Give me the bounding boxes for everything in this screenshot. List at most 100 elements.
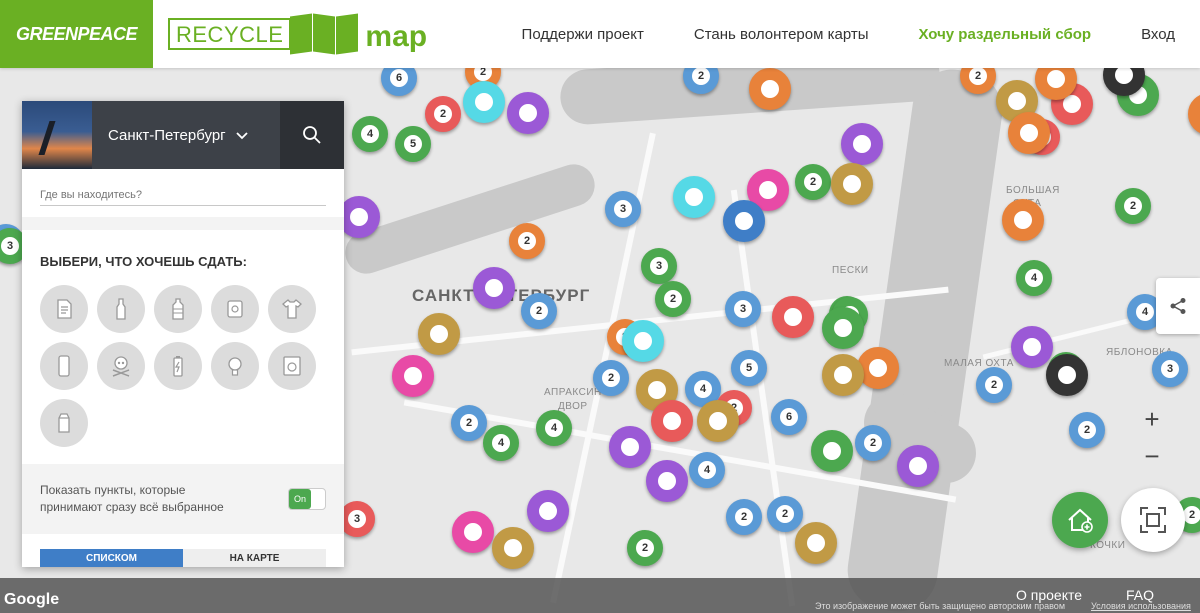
map-marker[interactable]: 6 bbox=[381, 68, 417, 96]
map-marker[interactable]: 2 bbox=[795, 164, 831, 200]
map-marker-empty[interactable] bbox=[646, 460, 688, 502]
city-dropdown[interactable]: Санкт-Петербург bbox=[92, 101, 280, 169]
map-marker-empty[interactable] bbox=[622, 320, 664, 362]
zoom-out-button[interactable]: − bbox=[1134, 438, 1170, 474]
category-lamps[interactable] bbox=[211, 342, 259, 390]
chevron-down-icon bbox=[236, 128, 248, 143]
map-marker[interactable]: 2 bbox=[521, 293, 557, 329]
map-marker[interactable]: 2 bbox=[655, 281, 691, 317]
map-marker-empty[interactable] bbox=[697, 400, 739, 442]
recycle-map-logo[interactable]: RECYCLE map bbox=[168, 0, 427, 68]
top-nav: Поддержи проект Стань волонтером карты Х… bbox=[522, 0, 1200, 68]
city-name: Санкт-Петербург bbox=[108, 126, 226, 144]
map-marker-empty[interactable] bbox=[811, 430, 853, 472]
category-batteries[interactable] bbox=[154, 342, 202, 390]
map-marker[interactable]: 3 bbox=[605, 191, 641, 227]
map-marker-empty[interactable] bbox=[1008, 112, 1050, 154]
category-electronics[interactable] bbox=[40, 342, 88, 390]
map-marker[interactable]: 4 bbox=[1016, 260, 1052, 296]
map-marker-empty[interactable] bbox=[527, 490, 569, 532]
map-marker-empty[interactable] bbox=[338, 196, 380, 238]
map-marker[interactable]: 4 bbox=[483, 425, 519, 461]
tab-list[interactable]: СПИСКОМ bbox=[40, 549, 183, 567]
match-all-toggle-row: Показать пункты, которые принимают сразу… bbox=[22, 464, 344, 534]
map-marker[interactable]: 2 bbox=[1069, 412, 1105, 448]
add-point-button[interactable] bbox=[1052, 492, 1108, 548]
location-input[interactable] bbox=[40, 189, 326, 206]
category-plastic[interactable] bbox=[154, 285, 202, 333]
map-label-malaya-okhta: МАЛАЯ ОХТА bbox=[944, 358, 1014, 369]
share-button[interactable] bbox=[1156, 278, 1200, 334]
terms-link[interactable]: Условия использования bbox=[1091, 601, 1191, 611]
map-marker-empty[interactable] bbox=[1011, 326, 1053, 368]
map-label-peski: ПЕСКИ bbox=[832, 265, 869, 276]
map-marker[interactable]: 5 bbox=[395, 126, 431, 162]
map-marker-empty[interactable] bbox=[795, 522, 837, 564]
map-marker-empty[interactable] bbox=[473, 267, 515, 309]
map-marker-empty[interactable] bbox=[673, 176, 715, 218]
fullscreen-button[interactable] bbox=[1121, 488, 1185, 552]
category-paper[interactable] bbox=[40, 285, 88, 333]
nav-login[interactable]: Вход bbox=[1141, 26, 1175, 43]
map-marker-empty[interactable] bbox=[1188, 93, 1200, 135]
nav-want-separate-collection[interactable]: Хочу раздельный сбор bbox=[918, 26, 1091, 43]
map-marker[interactable]: 2 bbox=[726, 499, 762, 535]
map-marker-empty[interactable] bbox=[841, 123, 883, 165]
map-marker[interactable]: 2 bbox=[976, 367, 1012, 403]
map-marker[interactable]: 3 bbox=[641, 248, 677, 284]
map-marker[interactable]: 2 bbox=[509, 223, 545, 259]
map-marker-empty[interactable] bbox=[418, 313, 460, 355]
map-marker-empty[interactable] bbox=[723, 200, 765, 242]
match-all-toggle[interactable]: On bbox=[288, 488, 326, 510]
map-marker-empty[interactable] bbox=[857, 347, 899, 389]
map-marker[interactable]: 6 bbox=[771, 399, 807, 435]
map-marker-empty[interactable] bbox=[392, 355, 434, 397]
map-marker-empty[interactable] bbox=[831, 163, 873, 205]
map-marker-empty[interactable] bbox=[609, 426, 651, 468]
zoom-in-button[interactable]: + bbox=[1134, 401, 1170, 437]
map-marker-empty[interactable] bbox=[772, 296, 814, 338]
map-marker[interactable]: 4 bbox=[536, 410, 572, 446]
map-marker[interactable]: 2 bbox=[1115, 188, 1151, 224]
map-marker[interactable]: 2 bbox=[593, 360, 629, 396]
category-appliances[interactable] bbox=[268, 342, 316, 390]
map-marker-empty[interactable] bbox=[1046, 354, 1088, 396]
map-marker[interactable]: 3 bbox=[725, 291, 761, 327]
divider bbox=[22, 217, 344, 230]
plastic-bottle-icon bbox=[172, 298, 184, 320]
tab-map[interactable]: НА КАРТЕ bbox=[183, 549, 326, 567]
clothes-icon bbox=[282, 299, 302, 319]
category-tetrapak[interactable] bbox=[40, 399, 88, 447]
map-marker[interactable]: 4 bbox=[689, 452, 725, 488]
map-marker-empty[interactable] bbox=[822, 354, 864, 396]
match-all-label-line2: принимают сразу всё выбранное bbox=[40, 500, 224, 514]
map-marker[interactable]: 2 bbox=[425, 96, 461, 132]
map-marker[interactable]: 5 bbox=[731, 350, 767, 386]
map-marker-empty[interactable] bbox=[463, 81, 505, 123]
map-marker[interactable]: 4 bbox=[352, 116, 388, 152]
map-marker-empty[interactable] bbox=[452, 511, 494, 553]
search-button[interactable] bbox=[280, 101, 344, 169]
map-marker-empty[interactable] bbox=[492, 527, 534, 569]
map-marker-empty[interactable] bbox=[651, 400, 693, 442]
map-marker-empty[interactable] bbox=[822, 307, 864, 349]
category-hazardous[interactable] bbox=[97, 342, 145, 390]
map-marker[interactable]: 3 bbox=[339, 501, 375, 537]
greenpeace-logo[interactable]: GREENPEACE bbox=[0, 0, 153, 68]
map-marker[interactable]: 3 bbox=[1152, 351, 1188, 387]
category-clothes[interactable] bbox=[268, 285, 316, 333]
map-marker-empty[interactable] bbox=[507, 92, 549, 134]
map-marker-empty[interactable] bbox=[749, 68, 791, 110]
map-marker-empty[interactable] bbox=[1002, 199, 1044, 241]
map-marker[interactable]: 2 bbox=[855, 425, 891, 461]
map-marker-empty[interactable] bbox=[897, 445, 939, 487]
nav-support-project[interactable]: Поддержи проект bbox=[522, 26, 644, 43]
map-marker[interactable]: 2 bbox=[627, 530, 663, 566]
category-glass[interactable] bbox=[97, 285, 145, 333]
choose-title: ВЫБЕРИ, ЧТО ХОЧЕШЬ СДАТЬ: bbox=[40, 254, 247, 269]
category-metal[interactable] bbox=[211, 285, 259, 333]
map-marker[interactable]: 2 bbox=[451, 405, 487, 441]
nav-volunteer[interactable]: Стань волонтером карты bbox=[694, 26, 869, 43]
map-marker[interactable]: 2 bbox=[767, 496, 803, 532]
appliance-icon bbox=[283, 356, 301, 376]
